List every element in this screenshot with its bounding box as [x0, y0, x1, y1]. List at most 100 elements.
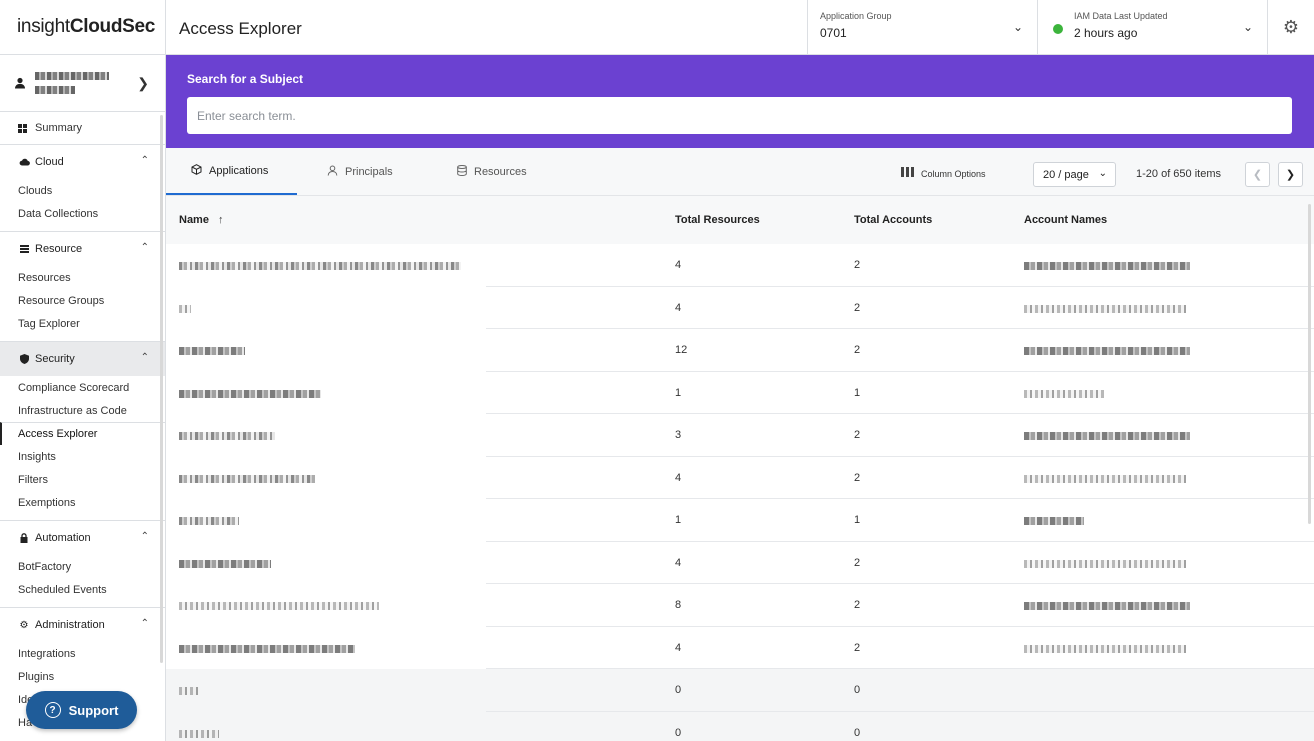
table-row[interactable]: 42 [166, 542, 1314, 584]
application-name-redacted[interactable] [179, 644, 355, 656]
list-icon [18, 245, 30, 253]
search-input[interactable] [187, 97, 1292, 134]
total-accounts-cell: 0 [854, 684, 861, 696]
sidebar-item-compliance-scorecard[interactable]: Compliance Scorecard [0, 376, 165, 399]
application-name-redacted[interactable] [179, 516, 239, 528]
help-icon: ? [44, 702, 61, 718]
nav-header-cloud[interactable]: Cloud ⌃ [0, 145, 165, 179]
chevron-up-icon[interactable]: ⌃ [141, 242, 149, 253]
chevron-up-icon[interactable]: ⌃ [141, 352, 149, 363]
nav-section-cloud: Cloud ⌃ Clouds Data Collections [0, 145, 165, 232]
application-name-redacted[interactable] [179, 601, 379, 613]
nav-section-resource: Resource ⌃ Resources Resource Groups Tag… [0, 232, 165, 342]
table-row[interactable]: 32 [166, 414, 1314, 457]
sidebar-item-resources[interactable]: Resources [0, 266, 165, 289]
tab-principals[interactable]: Principals [327, 148, 393, 195]
chevron-right-icon[interactable]: ❯ [137, 75, 149, 92]
chevron-up-icon[interactable]: ⌃ [141, 155, 149, 166]
tab-resources[interactable]: Resources [457, 148, 527, 195]
sidebar-item-clouds[interactable]: Clouds [0, 179, 165, 202]
support-button[interactable]: ? Support [26, 691, 137, 729]
table-row[interactable]: 12 2 [166, 329, 1314, 372]
sidebar-item-data-collections[interactable]: Data Collections [0, 202, 165, 225]
nav-header-label: Security [35, 353, 75, 365]
table-row[interactable]: 11 [166, 499, 1314, 542]
column-header-label: Name [179, 214, 209, 226]
sidebar-item-integrations[interactable]: Integrations [0, 642, 165, 665]
total-accounts-cell: 1 [854, 386, 861, 399]
sidebar-item-label: Plugins [18, 670, 55, 683]
nav-header-automation[interactable]: Automation ⌃ [0, 521, 165, 555]
sidebar-item-filters[interactable]: Filters [0, 468, 165, 491]
application-name-redacted[interactable] [179, 389, 321, 401]
table-scrollbar[interactable] [1308, 204, 1311, 524]
sidebar-item-resource-groups[interactable]: Resource Groups [0, 289, 165, 312]
sidebar-item-tag-explorer[interactable]: Tag Explorer [0, 312, 165, 335]
nav-header-resource[interactable]: Resource ⌃ [0, 232, 165, 266]
table-row[interactable]: 00 [166, 711, 1314, 741]
tab-applications[interactable]: Applications [166, 148, 297, 195]
sidebar-item-insights[interactable]: Insights [0, 445, 165, 468]
application-name-redacted[interactable] [179, 261, 461, 273]
total-resources-cell: 4 [675, 556, 682, 569]
nav-header-label: Cloud [35, 156, 64, 168]
sidebar-item-exemptions[interactable]: Exemptions [0, 491, 165, 514]
page-size-select[interactable]: 20 / page ⌄ [1033, 162, 1116, 187]
chevron-up-icon[interactable]: ⌃ [141, 531, 149, 542]
application-name-redacted[interactable] [179, 559, 271, 571]
account-names-redacted [1024, 261, 1190, 273]
next-page-button[interactable]: ❯ [1278, 162, 1303, 187]
dashboard-icon [18, 123, 27, 133]
application-name-redacted[interactable] [179, 304, 191, 316]
settings-button[interactable]: ⚙ [1267, 0, 1314, 54]
table-row[interactable]: 00 [166, 669, 1314, 712]
account-names-redacted [1024, 559, 1186, 571]
sidebar-item-label: Access Explorer [18, 428, 98, 440]
tabs-toolbar: Applications Principals Resources Column… [166, 148, 1314, 196]
sidebar-item-access-explorer[interactable]: Access Explorer [0, 422, 165, 445]
table-row[interactable]: 42 [166, 627, 1314, 669]
column-options-label: Column Options [921, 168, 986, 179]
sort-ascending-icon[interactable]: ↑ [218, 214, 224, 226]
application-name-redacted[interactable] [179, 729, 219, 741]
application-name-redacted[interactable] [179, 686, 199, 698]
sidebar-item-scheduled-events[interactable]: Scheduled Events [0, 578, 165, 601]
total-resources-cell: 12 [675, 344, 688, 356]
sidebar-scrollbar[interactable] [160, 115, 163, 663]
account-names-redacted [1024, 304, 1186, 316]
table-row[interactable]: 42 [166, 244, 1314, 287]
insightcloudsec-logo[interactable]: insight CloudSec [0, 0, 165, 55]
column-header-account-names[interactable]: Account Names [1024, 214, 1107, 226]
column-options-button[interactable]: Column Options [901, 167, 986, 180]
sidebar-item-plugins[interactable]: Plugins [0, 665, 165, 688]
support-label: Support [68, 702, 119, 718]
sidebar-item-botfactory[interactable]: BotFactory [0, 555, 165, 578]
sidebar-item-summary[interactable]: Summary [0, 112, 165, 145]
column-header-name[interactable]: Name ↑ [179, 214, 223, 226]
tab-label: Resources [474, 165, 527, 178]
application-name-redacted[interactable] [179, 474, 315, 486]
user-profile[interactable]: ❯ [0, 55, 165, 112]
nav-header-security[interactable]: Security ⌃ [0, 342, 165, 376]
chevron-left-icon: ❮ [1252, 169, 1263, 181]
total-resources-cell: 4 [675, 641, 682, 654]
table-row[interactable]: 42 [166, 457, 1314, 499]
sidebar-item-infrastructure-as-code[interactable]: Infrastructure as Code [0, 399, 165, 422]
column-header-total-resources[interactable]: Total Resources [675, 214, 760, 226]
application-name-redacted[interactable] [179, 346, 245, 358]
items-count: 1-20 of 650 items [1136, 168, 1221, 180]
account-names-redacted [1024, 474, 1186, 486]
iam-data-updated-select[interactable]: IAM Data Last Updated 2 hours ago ⌄ [1037, 0, 1267, 54]
previous-page-button[interactable]: ❮ [1245, 162, 1270, 187]
nav-header-administration[interactable]: ⚙ Administration ⌃ [0, 608, 165, 642]
application-group-select[interactable]: Application Group 0701 ⌄ [807, 0, 1037, 54]
nav-section-security: Security ⌃ Compliance Scorecard Infrastr… [0, 342, 165, 521]
table-row[interactable]: 11 [166, 372, 1314, 414]
column-header-total-accounts[interactable]: Total Accounts [854, 214, 932, 226]
chevron-up-icon[interactable]: ⌃ [141, 618, 149, 629]
application-name-redacted[interactable] [179, 431, 275, 443]
top-bar: Access Explorer Application Group 0701 ⌄… [166, 0, 1314, 55]
table-row[interactable]: 42 [166, 287, 1314, 329]
page-title: Access Explorer [179, 19, 302, 38]
table-row[interactable]: 82 [166, 584, 1314, 627]
